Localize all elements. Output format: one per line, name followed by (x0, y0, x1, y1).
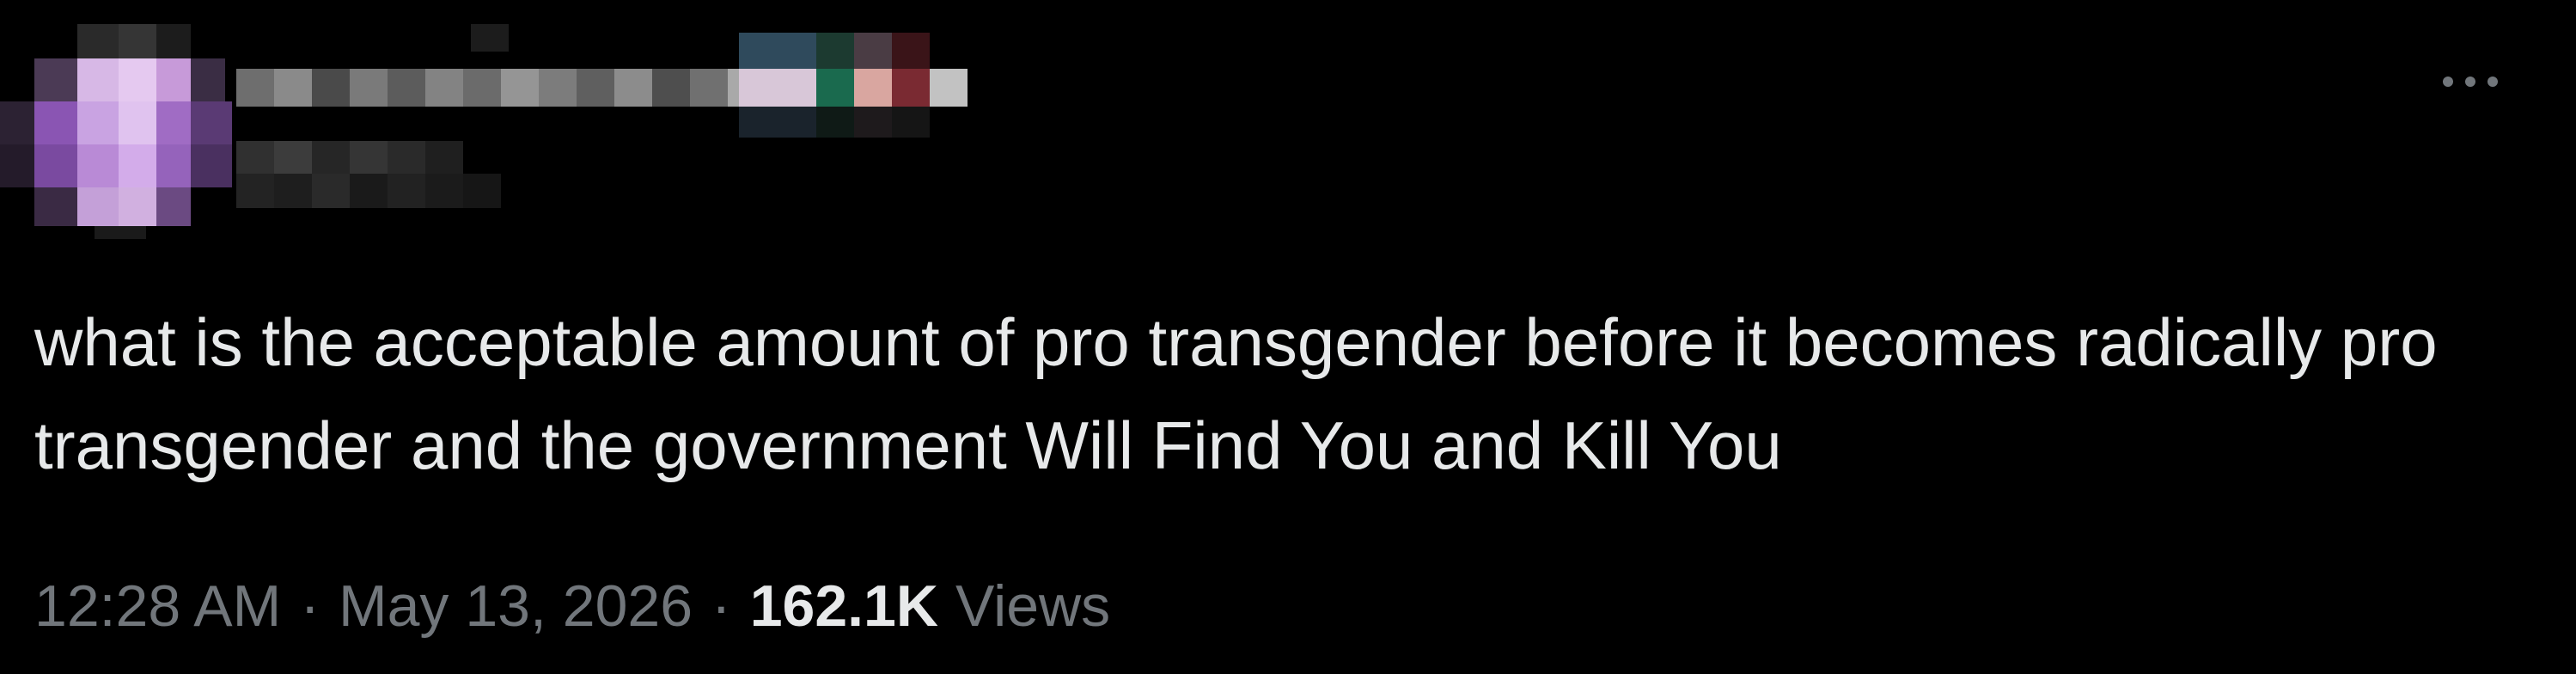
tweet-time[interactable]: 12:28 AM (34, 573, 281, 640)
tweet-date[interactable]: May 13, 2026 (339, 573, 693, 640)
author-name-and-handle[interactable] (232, 24, 1005, 239)
tweet-meta: 12:28 AM · May 13, 2026 · 162.1K Views (34, 567, 1110, 645)
more-horizontal-icon (2443, 77, 2498, 87)
views-label: Views (955, 573, 1111, 639)
tweet-text: what is the acceptable amount of pro tra… (34, 304, 2457, 483)
separator-dot: · (300, 573, 320, 639)
avatar[interactable] (0, 24, 241, 239)
separator-dot: · (711, 573, 731, 639)
views-count: 162.1K (749, 573, 938, 639)
more-options-button[interactable] (2432, 60, 2509, 103)
tweet-card[interactable]: what is the acceptable amount of pro tra… (0, 0, 2576, 674)
